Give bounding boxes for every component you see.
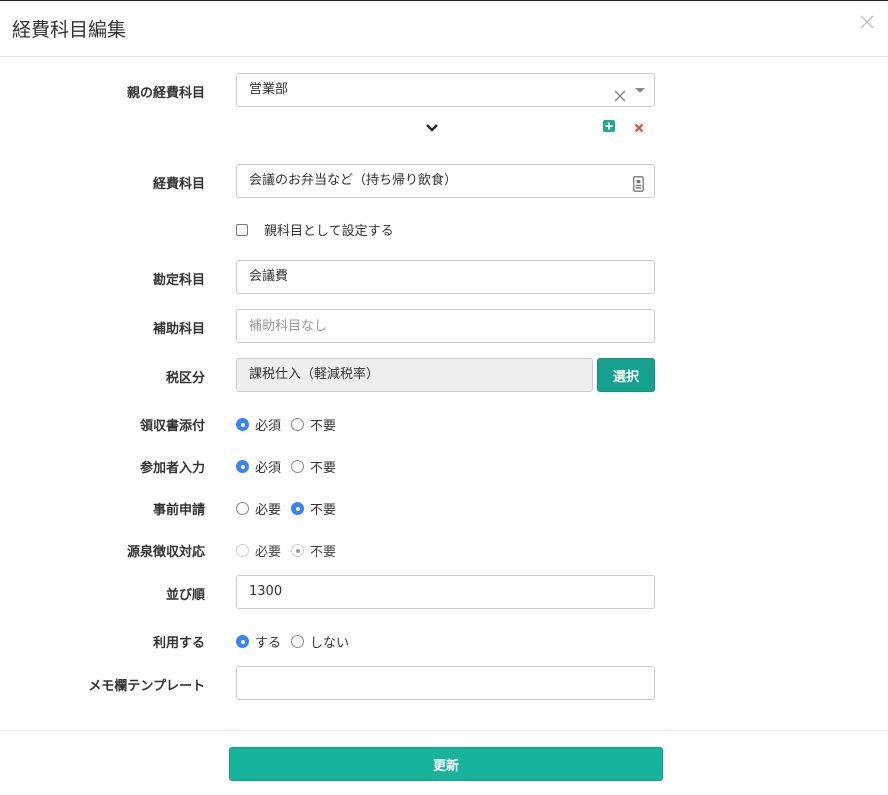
account-label: 勘定科目	[152, 273, 205, 288]
account-input[interactable]: 会議費	[236, 260, 655, 294]
withholding-label: 源泉徴収対応	[126, 545, 205, 560]
clear-icon	[614, 90, 626, 102]
chevron-down-icon	[426, 124, 438, 132]
contact-card-icon	[633, 176, 644, 192]
account-value: 会議費	[249, 269, 289, 284]
category-input[interactable]: 会議のお弁当など（持ち帰り飲食）	[236, 164, 655, 198]
modal-header: 経費科目編集	[0, 1, 888, 57]
close-icon	[860, 15, 874, 29]
add-button[interactable]	[603, 120, 615, 136]
plus-square-icon	[603, 120, 615, 132]
withholding-radio-group: 必要 不要	[236, 541, 346, 560]
update-button[interactable]: 更新	[229, 747, 663, 781]
caret-down-icon[interactable]	[635, 88, 645, 93]
parent-category-value: 営業部	[249, 82, 289, 97]
withholding-unneeded-radio	[291, 544, 305, 557]
pre-approval-unneeded-label: 不要	[310, 503, 337, 518]
pre-approval-label: 事前申請	[152, 503, 205, 518]
pre-approval-radio-group: 必要 不要	[236, 499, 346, 518]
category-label: 経費科目	[152, 177, 205, 192]
set-as-parent-label: 親科目として設定する	[264, 224, 394, 239]
tax-label: 税区分	[165, 371, 205, 386]
participants-label: 参加者入力	[139, 461, 205, 476]
withholding-needed-label: 必要	[255, 545, 282, 560]
clear-selection-button[interactable]	[614, 83, 626, 102]
modal-footer: 更新	[0, 730, 888, 795]
usage-yes-label: する	[255, 636, 282, 651]
expense-category-edit-modal: 経費科目編集 親の経費科目 営業部 経費科目 会議のお弁当など（持ち帰り飲食） …	[0, 0, 888, 794]
set-as-parent-checkbox[interactable]	[236, 224, 248, 236]
pre-approval-needed-label: 必要	[255, 503, 282, 518]
receipt-unneeded-label: 不要	[310, 419, 337, 434]
usage-no-radio[interactable]	[291, 635, 305, 648]
receipt-required-label: 必須	[255, 419, 282, 434]
participants-radio-group: 必須 不要	[236, 457, 346, 476]
withholding-needed-radio	[236, 544, 249, 557]
usage-yes-radio[interactable]	[236, 635, 249, 648]
pre-approval-unneeded-radio[interactable]	[291, 502, 305, 515]
usage-no-label: しない	[310, 636, 350, 651]
field-icon	[633, 173, 644, 205]
remove-icon	[634, 123, 644, 133]
sub-account-input[interactable]	[236, 309, 655, 343]
tax-select-button[interactable]: 選択	[597, 358, 655, 392]
remove-button[interactable]	[634, 121, 644, 137]
category-value: 会議のお弁当など（持ち帰り飲食）	[249, 173, 458, 188]
usage-radio-group: する しない	[236, 632, 359, 651]
receipt-unneeded-radio[interactable]	[291, 418, 305, 431]
receipt-required-radio[interactable]	[236, 418, 249, 431]
participants-unneeded-radio[interactable]	[291, 460, 305, 473]
receipt-label: 領収書添付	[139, 419, 205, 434]
close-button[interactable]	[858, 13, 876, 31]
sort-order-value: 1300	[249, 584, 283, 599]
tax-value: 課税仕入（軽減税率）	[249, 367, 380, 382]
modal-title: 経費科目編集	[12, 19, 127, 41]
memo-template-input[interactable]	[236, 666, 655, 700]
memo-template-label: メモ欄テンプレート	[88, 679, 205, 694]
usage-label: 利用する	[152, 636, 205, 651]
tax-input: 課税仕入（軽減税率）	[236, 358, 593, 392]
withholding-unneeded-label: 不要	[310, 545, 337, 560]
expand-button[interactable]	[425, 121, 439, 137]
sort-order-label: 並び順	[165, 588, 205, 603]
parent-category-label: 親の経費科目	[126, 86, 205, 101]
sort-order-input[interactable]: 1300	[236, 575, 655, 609]
participants-required-label: 必須	[255, 461, 282, 476]
parent-category-select[interactable]: 営業部	[236, 73, 655, 107]
pre-approval-needed-radio[interactable]	[236, 502, 249, 515]
sub-account-label: 補助科目	[152, 322, 205, 337]
receipt-radio-group: 必須 不要	[236, 415, 346, 434]
participants-unneeded-label: 不要	[310, 461, 337, 476]
participants-required-radio[interactable]	[236, 460, 249, 473]
